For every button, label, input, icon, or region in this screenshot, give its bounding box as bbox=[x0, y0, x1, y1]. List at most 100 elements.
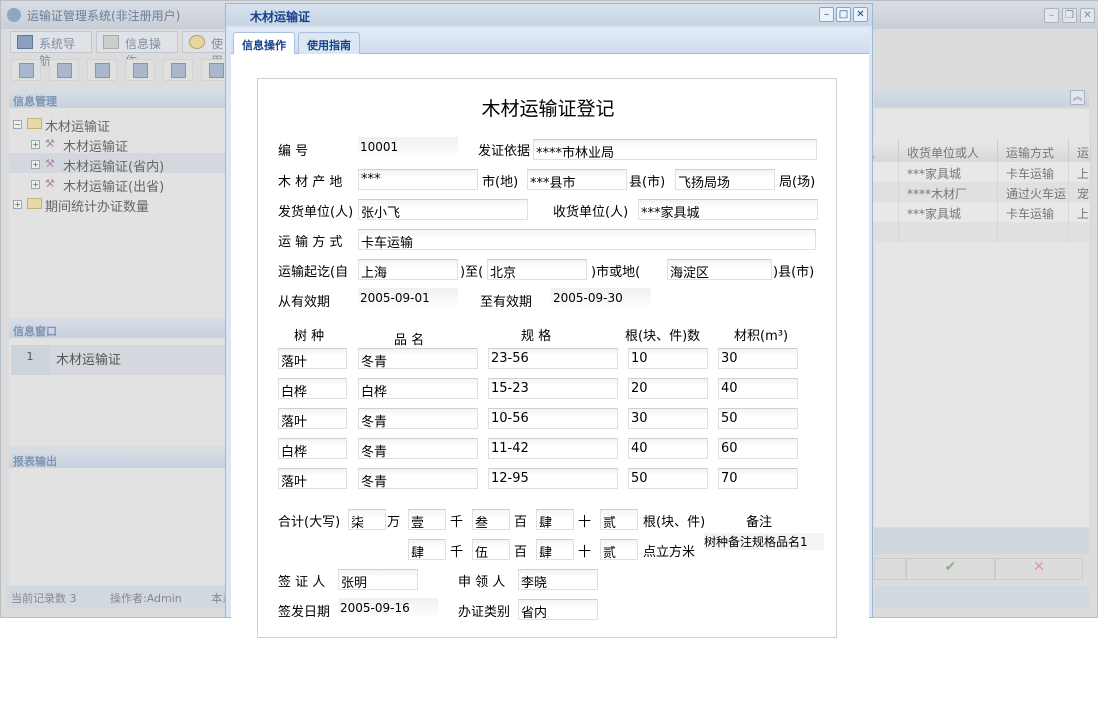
item-cell-field[interactable]: 落叶 bbox=[278, 408, 347, 429]
column-header[interactable]: 运 bbox=[1069, 140, 1091, 162]
item-cell-field[interactable]: 30 bbox=[718, 348, 798, 369]
item-cell-field[interactable]: 落叶 bbox=[278, 468, 347, 489]
restore-icon[interactable]: ❐ bbox=[1062, 8, 1077, 23]
item-cell-field[interactable]: 40 bbox=[628, 438, 708, 459]
info-window-header: 信息窗口 bbox=[9, 320, 226, 338]
item-cell-field[interactable]: 23-56 bbox=[488, 348, 618, 369]
item-cell-field[interactable]: 50 bbox=[628, 468, 708, 489]
toolbar-button[interactable] bbox=[87, 59, 117, 81]
field-label: 发货单位(人) bbox=[278, 201, 353, 220]
count-digits-0-field[interactable]: 柒 bbox=[348, 509, 386, 530]
item-cell-field[interactable]: 白桦 bbox=[358, 378, 478, 399]
tab-info-ops[interactable]: 信息操作 bbox=[96, 31, 178, 53]
field-label: 根(块、件) bbox=[643, 511, 705, 530]
item-cell-field[interactable]: 12-95 bbox=[488, 468, 618, 489]
close-icon[interactable]: ✕ bbox=[1080, 8, 1095, 23]
folder-icon bbox=[27, 198, 42, 209]
to-field[interactable]: 北京 bbox=[487, 259, 587, 280]
origin-city-field[interactable]: *** bbox=[358, 169, 478, 190]
item-cell-field[interactable]: 30 bbox=[628, 408, 708, 429]
cross-icon: ✕ bbox=[1033, 559, 1045, 575]
vol-digits-0-field[interactable]: 肆 bbox=[408, 539, 446, 560]
expand-icon[interactable]: + bbox=[31, 180, 40, 189]
tab-user-guide[interactable]: 使用指南 bbox=[298, 32, 360, 54]
right-panel-header bbox=[874, 89, 1089, 107]
dialog-title-bar[interactable]: 木材运输证 bbox=[226, 4, 872, 26]
toolbar-button[interactable] bbox=[49, 59, 79, 81]
vol-digits-2-field[interactable]: 肆 bbox=[536, 539, 574, 560]
collapse-up-icon[interactable]: ︽ bbox=[1070, 90, 1085, 105]
applicant-field[interactable]: 李晓 bbox=[518, 569, 598, 590]
column-header[interactable]: 运输方式 bbox=[998, 140, 1069, 162]
origin-bureau-field[interactable]: 飞扬局场 bbox=[675, 169, 775, 190]
item-cell-field[interactable]: 落叶 bbox=[278, 348, 347, 369]
item-cell-field[interactable]: 白桦 bbox=[278, 438, 347, 459]
operator: 操作者:Admin bbox=[110, 592, 182, 605]
item-cell-field[interactable]: 50 bbox=[718, 408, 798, 429]
remark-field[interactable]: 树种备注规格品名1 bbox=[704, 533, 824, 550]
dialog-close-icon[interactable]: ✕ bbox=[853, 7, 868, 22]
date-field[interactable]: 2005-09-16 bbox=[338, 598, 438, 619]
item-cell-field[interactable]: 冬青 bbox=[358, 468, 478, 489]
field-label: 签发日期 bbox=[278, 601, 330, 620]
shipper-field[interactable]: 张小飞 bbox=[358, 199, 528, 220]
item-cell-field[interactable]: 70 bbox=[718, 468, 798, 489]
item-cell-field[interactable]: 15-23 bbox=[488, 378, 618, 399]
table-cell: 宠 bbox=[1069, 182, 1091, 202]
toolbar-button[interactable] bbox=[163, 59, 193, 81]
field-label: 木 材 产 地 bbox=[278, 171, 342, 190]
item-cell-field[interactable]: 10-56 bbox=[488, 408, 618, 429]
toolbar-button[interactable] bbox=[125, 59, 155, 81]
minimize-icon[interactable]: – bbox=[1044, 8, 1059, 23]
item-cell-field[interactable]: 10 bbox=[628, 348, 708, 369]
expand-icon[interactable]: + bbox=[31, 140, 40, 149]
item-cell-field[interactable]: 冬青 bbox=[358, 348, 478, 369]
item-cell-field[interactable]: 40 bbox=[718, 378, 798, 399]
row-label: 木材运输证 bbox=[56, 349, 121, 368]
count-digits-4-field[interactable]: 贰 bbox=[600, 509, 638, 530]
dialog-minimize-icon[interactable]: – bbox=[819, 7, 834, 22]
count-digits-1-field[interactable]: 壹 bbox=[408, 509, 446, 530]
toolbar-button[interactable] bbox=[11, 59, 41, 81]
tool-icon: ⚒ bbox=[45, 157, 59, 169]
info-window-row[interactable]: 1 木材运输证 bbox=[11, 345, 226, 375]
vol-digits-3-field[interactable]: 贰 bbox=[600, 539, 638, 560]
item-cell-field[interactable]: 20 bbox=[628, 378, 708, 399]
cancel-button[interactable]: ✕ bbox=[995, 558, 1083, 580]
expand-icon[interactable]: + bbox=[31, 160, 40, 169]
item-cell-field[interactable]: 白桦 bbox=[278, 378, 347, 399]
grid-button[interactable] bbox=[874, 558, 906, 580]
district-field[interactable]: 海淀区 bbox=[667, 259, 772, 280]
tree-item-label: 期间统计办证数量 bbox=[45, 196, 149, 215]
dialog-maximize-icon[interactable]: □ bbox=[836, 7, 851, 22]
item-cell-field[interactable]: 冬青 bbox=[358, 438, 478, 459]
valid-to-field[interactable]: 2005-09-30 bbox=[551, 288, 651, 309]
basis-field[interactable]: ****市林业局 bbox=[533, 139, 817, 160]
table-cell bbox=[998, 222, 1069, 242]
tab-info-operation[interactable]: 信息操作 bbox=[233, 32, 295, 54]
tab-system-nav[interactable]: 系统导航 bbox=[10, 31, 92, 53]
expand-icon[interactable]: + bbox=[13, 200, 22, 209]
valid-from-field[interactable]: 2005-09-01 bbox=[358, 288, 458, 309]
tab-usage[interactable]: 使用 bbox=[182, 31, 226, 53]
origin-county-field[interactable]: ***县市 bbox=[527, 169, 627, 190]
item-cell-field[interactable]: 11-42 bbox=[488, 438, 618, 459]
category-field[interactable]: 省内 bbox=[518, 599, 598, 620]
item-cell-field[interactable]: 60 bbox=[718, 438, 798, 459]
count-digits-3-field[interactable]: 肆 bbox=[536, 509, 574, 530]
check-icon: ✔ bbox=[945, 559, 957, 575]
method-field[interactable]: 卡车运输 bbox=[358, 229, 816, 250]
confirm-button[interactable]: ✔ bbox=[906, 558, 995, 580]
vol-digits-1-field[interactable]: 伍 bbox=[472, 539, 510, 560]
field-label: 百 bbox=[514, 541, 527, 560]
id-field[interactable]: 10001 bbox=[358, 137, 458, 158]
field-label: 十 bbox=[578, 541, 591, 560]
item-cell-field[interactable]: 冬青 bbox=[358, 408, 478, 429]
from-field[interactable]: 上海 bbox=[358, 259, 458, 280]
column-header[interactable]: 收货单位或人 bbox=[899, 140, 998, 162]
receiver-field[interactable]: ***家具城 bbox=[638, 199, 818, 220]
signer-field[interactable]: 张明 bbox=[338, 569, 418, 590]
field-label: 市(地) bbox=[482, 171, 518, 190]
count-digits-2-field[interactable]: 叁 bbox=[472, 509, 510, 530]
collapse-icon[interactable]: − bbox=[13, 120, 22, 129]
